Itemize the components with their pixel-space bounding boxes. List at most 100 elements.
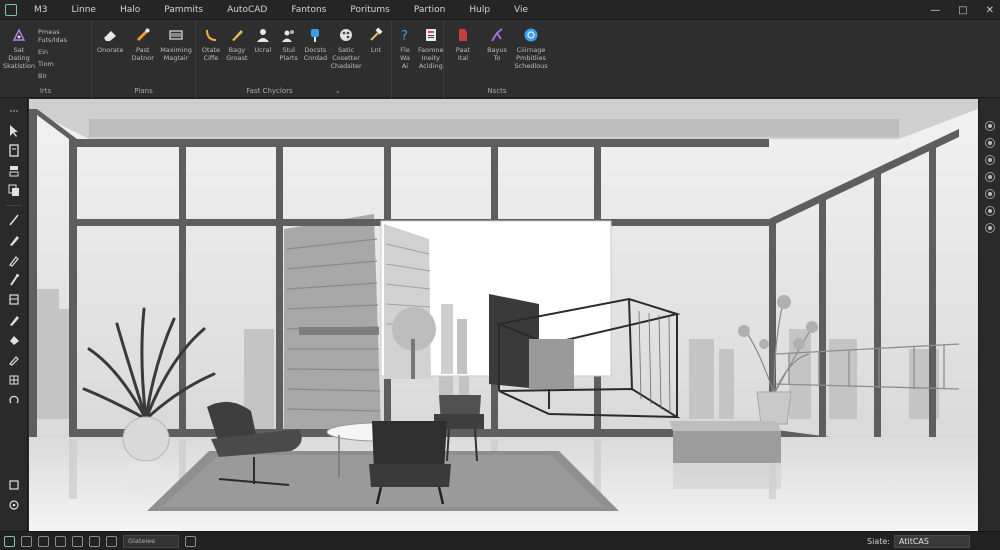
bagy-groast-label: Bagy Groast [226,46,248,62]
maximize-button[interactable]: □ [958,5,967,16]
ribbon-group-1: Sat Dating Skatistion Pmeas Futs/Idas Ei… [0,20,92,98]
left-toolbar [0,99,28,531]
app-name-field[interactable]: AtitCAS [894,535,970,548]
right-navigation-strip [978,99,1000,531]
nav-dot-icon[interactable] [984,138,995,148]
copy-icon[interactable] [4,183,24,199]
ribbon-group-5: Paat Ital Bayus To Ciiirnage Pmbitlies S… [444,20,550,98]
menu-item-hulp[interactable]: Hulp [457,0,502,20]
status-label-group: Siate: [867,532,890,550]
ribbon-group-4: ? Fle Wa Ai Faomne Ineity Aciding [392,20,444,98]
document-icon[interactable] [4,143,24,159]
past-datnor-label: Past Datnor [131,46,154,62]
ceiling-beam [89,119,899,137]
ortho-toggle-icon[interactable] [55,535,66,547]
satic-cosetter-label: Satic Cosetter Chadsiter [330,46,362,70]
ribbon: Sat Dating Skatistion Pmeas Futs/Idas Ei… [0,20,1000,98]
minimize-button[interactable]: — [930,5,940,16]
ribbon-text-item[interactable]: Tiom [38,60,87,68]
edit-icon[interactable] [4,352,24,368]
clipboard-icon [422,26,440,44]
app-logo-icon[interactable] [0,0,22,20]
ribbon-text-item[interactable]: Ein [38,48,87,56]
model-space-icon[interactable] [4,535,15,547]
ribbon-group-label: Nscts [487,87,507,95]
ribbon-text-item[interactable]: Bir [38,72,87,80]
viewport-canvas[interactable] [29,99,978,531]
chevron-down-icon[interactable]: ⌄ [335,87,341,95]
rotate-icon[interactable] [4,392,24,408]
stack-icon[interactable] [4,163,24,179]
help-label: Fle Wa Ai [400,46,410,70]
ciiirnage-label: Ciiirnage Pmbitlies Schedlous [514,46,548,70]
menu-item-poritums[interactable]: Poritums [338,0,402,20]
nav-dot-icon[interactable] [984,121,995,131]
line-tool-icon[interactable] [4,212,24,228]
fill-icon[interactable] [4,332,24,348]
status-bar: Giateiee Siate: AtitCAS [0,531,1000,550]
marker-icon[interactable] [4,252,24,268]
grip-icon [4,103,24,119]
pen-tool-icon [10,26,28,44]
frame-icon[interactable] [4,292,24,308]
layout-toggle-icon[interactable] [106,535,117,547]
sat-dating-label: Sat Dating Skatistion [3,46,35,70]
faomne-button[interactable]: Faomne Ineity Aciding [418,26,444,98]
lnt-label: Lnt [370,46,382,54]
ucral-label: Ucral [254,46,272,54]
polar-toggle-icon[interactable] [72,535,83,547]
menu-item-autocad[interactable]: AutoCAD [215,0,279,20]
nav-dot-icon[interactable] [984,206,995,216]
docsts-cnrdad-label: Docsts Cnrdad [303,46,328,62]
faomne-label: Faomne Ineity Aciding [418,46,444,70]
panel-icon [167,26,185,44]
arc-icon [202,26,220,44]
pen-icon[interactable] [4,232,24,248]
help-icon: ? [396,26,414,44]
close-button[interactable]: ✕ [986,5,994,16]
help-button[interactable]: ? Fle Wa Ai [396,26,414,98]
curve-icon [488,26,506,44]
stul-plarts-label: Stul Plarts [279,46,298,62]
nav-dot-icon[interactable] [984,189,995,199]
menu-item-linne[interactable]: Linne [60,0,108,20]
ribbon-group-label: Plans [134,87,153,95]
menu-item-m3[interactable]: M3 [22,0,60,20]
palette-icon [337,26,355,44]
settings-icon[interactable] [4,497,24,513]
bench-right [669,421,781,489]
filter-icon[interactable] [185,535,196,547]
select-arrow-icon[interactable] [4,123,24,139]
pencil-tool-icon[interactable] [4,312,24,328]
tower-building [284,214,381,429]
svg-text:?: ? [401,29,408,43]
eraser-icon [101,26,119,44]
bayus-label: Bayus To [487,46,507,62]
nav-dot-icon[interactable] [984,223,995,233]
menu-item-partion[interactable]: Partion [402,0,457,20]
menu-item-fantons[interactable]: Fantons [279,0,338,20]
snap-toggle-icon[interactable] [38,535,49,547]
nav-dot-icon[interactable] [984,155,995,165]
brush-tool-icon[interactable] [4,272,24,288]
nav-dot-icon[interactable] [984,172,995,182]
layers-icon[interactable] [4,477,24,493]
window-controls: — □ ✕ [930,0,994,20]
menu-items: M3 Linne Halo Pammits AutoCAD Fantons Po… [22,0,540,20]
menu-item-pammits[interactable]: Pammits [152,0,215,20]
otate-ciffe-label: Otate Ciffe [201,46,221,62]
command-input[interactable]: Giateiee [123,534,179,548]
osnap-toggle-icon[interactable] [89,535,100,547]
maximing-magtair-label: Maximing Magtair [160,46,192,62]
menu-item-vie[interactable]: Vie [502,0,540,20]
user-icon [254,26,272,44]
brush-icon [134,26,152,44]
onorate-label: Onorate [97,46,124,54]
users-icon [280,26,298,44]
grid-toggle-icon[interactable] [21,535,32,547]
grid-icon[interactable] [4,372,24,388]
menu-item-halo[interactable]: Halo [108,0,152,20]
ribbon-text-item[interactable]: Pmeas Futs/Idas [38,28,87,44]
menu-bar: M3 Linne Halo Pammits AutoCAD Fantons Po… [0,0,1000,20]
ribbon-group-2: Onorate Past Datnor Maximing Magtair Pla… [92,20,196,98]
